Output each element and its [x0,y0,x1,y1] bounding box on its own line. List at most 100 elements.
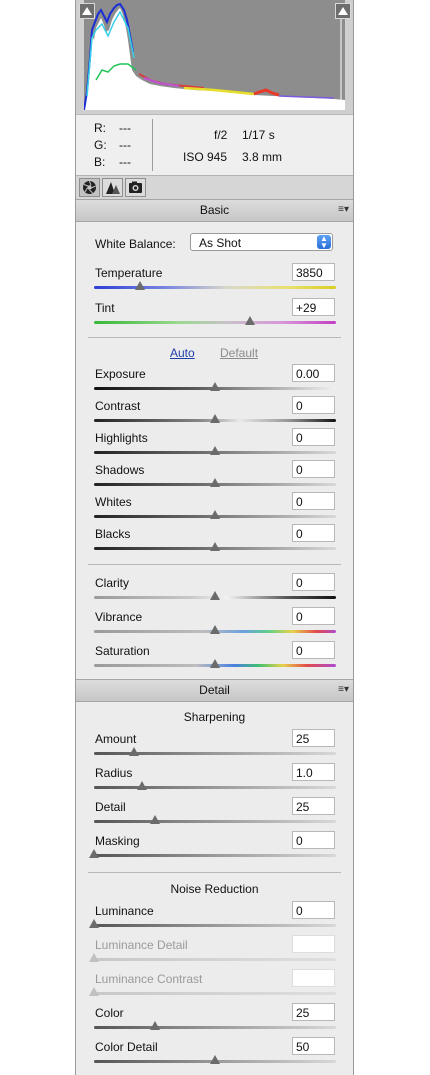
exposure-value-field[interactable]: 0.00 [292,364,335,382]
tint-slider-track[interactable] [94,321,336,324]
noise-color-value-field[interactable]: 25 [292,1003,335,1021]
white-balance-label: White Balance: [95,237,176,251]
tab-tone-curve[interactable] [102,178,123,197]
sharpening-radius-label: Radius [95,766,133,780]
shadows-slider-thumb[interactable] [210,478,220,487]
shadows-slider-row: Shadows 0 [76,460,353,495]
focal-length-value: 3.8 mm [242,150,283,164]
sharpening-detail-slider-thumb[interactable] [149,815,160,824]
red-value: --- [119,121,131,135]
blacks-slider-row: Blacks 0 [76,524,353,559]
clarity-label: Clarity [95,576,130,590]
saturation-label: Saturation [95,644,150,658]
contrast-slider-row: Contrast 0 [76,396,353,431]
aperture-icon [83,180,96,194]
sharpening-masking-value-field[interactable]: 0 [292,831,335,849]
highlight-clipping-warning[interactable] [335,3,351,19]
tint-value-field[interactable]: +29 [292,298,335,316]
temperature-slider-thumb[interactable] [134,281,145,290]
panel-menu-icon[interactable]: ≡▾ [338,204,349,215]
tab-camera-calibration[interactable] [125,178,146,197]
sharpening-radius-slider-track[interactable] [94,786,336,789]
contrast-value-field[interactable]: 0 [292,396,335,414]
saturation-slider-thumb[interactable] [210,659,220,668]
blue-readout: B: --- [94,155,154,171]
iso-value: ISO 945 [183,150,228,164]
noise-luminance-contrast-value-field [292,969,335,987]
noise-luminance-slider-track[interactable] [94,924,336,927]
tab-basic[interactable] [79,178,100,197]
sharpening-radius-slider-thumb[interactable] [137,781,148,790]
highlights-label: Highlights [95,431,148,445]
camera-raw-panel: R: --- G: --- B: --- f/2 1/17 s ISO 945 … [75,0,354,1075]
sharpening-detail-label: Detail [95,800,126,814]
vibrance-label: Vibrance [95,610,143,624]
sharpening-amount-value-field[interactable]: 25 [292,729,335,747]
histogram-area [76,0,353,114]
detail-section-header[interactable]: Detail ≡▾ [76,679,353,702]
sharpening-detail-slider-track[interactable] [94,820,336,823]
triangle-up-icon [338,7,348,15]
sharpening-amount-slider-thumb[interactable] [129,747,140,756]
auto-link[interactable]: Auto [170,346,195,360]
highlights-value-field[interactable]: 0 [292,428,335,446]
contrast-label: Contrast [95,399,141,413]
noise-color-detail-value-field[interactable]: 50 [292,1037,335,1055]
sharpening-masking-slider-thumb[interactable] [89,849,99,858]
whites-value-field[interactable]: 0 [292,492,335,510]
sharpening-masking-slider-track[interactable] [94,854,336,857]
saturation-slider-row: Saturation 0 [76,641,353,676]
exposure-slider-row: Exposure 0.00 [76,364,353,399]
sharpening-masking-slider-row: Masking 0 [76,831,353,866]
temperature-slider-track[interactable] [94,286,336,289]
default-link[interactable]: Default [220,346,258,360]
triangle-up-icon [82,7,92,15]
exposure-slider-thumb[interactable] [210,382,220,391]
shadows-value-field[interactable]: 0 [292,460,335,478]
noise-luminance-slider-thumb[interactable] [89,919,99,928]
tint-label: Tint [95,301,115,315]
shadow-clipping-warning[interactable] [79,3,95,19]
divider [88,337,341,338]
white-balance-select[interactable]: As Shot ▲ ▼ [190,233,333,251]
clarity-value-field[interactable]: 0 [292,573,335,591]
red-readout: R: --- [94,121,154,137]
noise-color-slider-track[interactable] [94,1026,336,1029]
noise-color-detail-slider-thumb[interactable] [210,1055,220,1064]
sharpening-amount-slider-row: Amount 25 [76,729,353,764]
divider [88,564,341,565]
readout-divider [152,119,153,171]
whites-slider-thumb[interactable] [210,510,220,519]
saturation-value-field[interactable]: 0 [292,641,335,659]
noise-luminance-detail-label: Luminance Detail [95,938,188,952]
noise-luminance-detail-value-field [292,935,335,953]
noise-color-slider-thumb[interactable] [149,1021,160,1030]
green-value: --- [119,138,131,152]
histogram-graph [83,0,345,111]
noise-luminance-contrast-slider-thumb [89,987,99,996]
shadows-label: Shadows [95,463,145,477]
highlights-slider-thumb[interactable] [210,446,220,455]
vibrance-value-field[interactable]: 0 [292,607,335,625]
basic-section-header[interactable]: Basic ≡▾ [76,199,353,222]
white-balance-value: As Shot [199,236,242,250]
detail-section-title: Detail [199,683,230,697]
tint-slider-thumb[interactable] [245,316,256,325]
vibrance-slider-thumb[interactable] [210,625,220,634]
blacks-value-field[interactable]: 0 [292,524,335,542]
sharpening-amount-label: Amount [95,732,137,746]
temperature-label: Temperature [95,266,163,280]
clarity-slider-thumb[interactable] [210,591,220,600]
noise-reduction-heading: Noise Reduction [170,882,259,896]
sharpening-radius-value-field[interactable]: 1.0 [292,763,335,781]
camera-icon [129,181,142,193]
contrast-slider-thumb[interactable] [210,414,220,423]
temperature-value-field[interactable]: 3850 [292,263,335,281]
noise-luminance-value-field[interactable]: 0 [292,901,335,919]
blacks-slider-thumb[interactable] [210,542,220,551]
panel-menu-icon[interactable]: ≡▾ [338,684,349,695]
noise-color-slider-row: Color 25 [76,1003,353,1038]
shutter-value: 1/17 s [242,128,275,142]
sharpening-detail-value-field[interactable]: 25 [292,797,335,815]
sharpening-detail-slider-row: Detail 25 [76,797,353,832]
